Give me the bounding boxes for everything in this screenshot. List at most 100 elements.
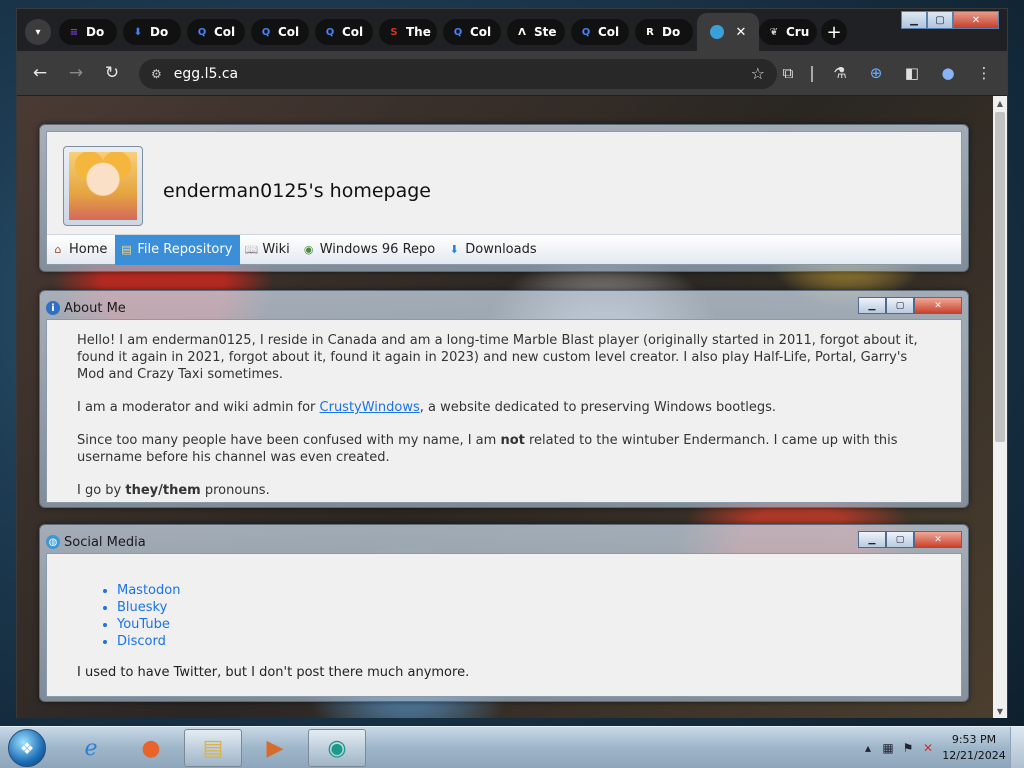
a-logo-icon: Λ xyxy=(518,26,526,38)
feather-icon: ❦ xyxy=(769,26,779,38)
menu-kebab-icon[interactable]: ⋮ xyxy=(973,62,995,84)
media-player-icon[interactable]: ▶ xyxy=(246,729,304,767)
file-explorer-icon[interactable]: ▤ xyxy=(184,729,242,767)
search-icon: Q xyxy=(453,26,463,38)
nav-label: Wiki xyxy=(262,242,290,257)
tab-0[interactable]: ≡ Do xyxy=(59,19,117,45)
show-desktop-button[interactable] xyxy=(1010,727,1024,768)
side-panel-icon[interactable]: ◧ xyxy=(901,62,923,84)
page-title: enderman0125's homepage xyxy=(163,180,431,202)
text: I go by xyxy=(77,483,126,498)
nav-file-repository[interactable]: ▤ File Repository xyxy=(115,234,241,265)
tab-close-icon[interactable]: ✕ xyxy=(736,25,747,40)
firefox-icon[interactable]: ● xyxy=(122,729,180,767)
network-icon[interactable]: ▦ xyxy=(878,738,898,758)
minimize-button[interactable]: ▁ xyxy=(901,11,927,29)
about-body: Hello! I am enderman0125, I reside in Ca… xyxy=(46,319,962,503)
tray-expand-icon[interactable]: ▴ xyxy=(858,738,878,758)
scroll-up-icon[interactable]: ▲ xyxy=(993,96,1007,110)
text: I am a moderator and wiki admin for xyxy=(77,400,320,415)
tab-5[interactable]: S The xyxy=(379,19,437,45)
tab-label: Do xyxy=(86,25,105,39)
panel-controls: ▁ ▢ ✕ xyxy=(858,297,962,314)
back-button[interactable]: ← xyxy=(29,62,51,84)
volume-muted-icon[interactable]: ✕ xyxy=(918,738,938,758)
nav-label: Windows 96 Repo xyxy=(319,242,436,257)
search-icon: Q xyxy=(197,26,207,38)
panel-close-button[interactable]: ✕ xyxy=(914,297,962,314)
tab-label: Col xyxy=(342,25,364,39)
s-logo-icon: S xyxy=(390,26,398,38)
start-button[interactable]: ❖ xyxy=(8,729,46,767)
internet-explorer-icon[interactable]: ℯ xyxy=(62,729,120,767)
tab-4[interactable]: Q Col xyxy=(315,19,373,45)
flag-icon[interactable]: ⚑ xyxy=(898,738,918,758)
tab-2[interactable]: Q Col xyxy=(187,19,245,45)
tab-crusty[interactable]: ❦ Cru xyxy=(759,19,817,45)
twitter-note: I used to have Twitter, but I don't post… xyxy=(77,665,470,680)
social-link-discord[interactable]: Discord xyxy=(117,633,931,650)
clock-time: 9:53 PM xyxy=(951,733,997,746)
new-tab-button[interactable]: + xyxy=(821,19,847,45)
nav-home[interactable]: ⌂ Home xyxy=(47,235,115,265)
tab-label: The xyxy=(406,25,431,39)
download-arrow-icon: ⬇ xyxy=(449,243,459,256)
about-paragraph-4: I go by they/them pronouns. xyxy=(77,482,931,499)
avatar-image xyxy=(69,152,137,220)
social-panel: ◍ Social Media ▁ ▢ ✕ Mastodon Bluesky Yo… xyxy=(39,524,969,702)
forward-button[interactable]: → xyxy=(65,62,87,84)
maximize-button[interactable]: ▢ xyxy=(927,11,953,29)
close-button[interactable]: ✕ xyxy=(953,11,999,29)
tab-search-button[interactable]: ▾ xyxy=(25,19,51,45)
nav-wiki[interactable]: 📖 Wiki xyxy=(240,235,297,265)
about-paragraph-3: Since too many people have been confused… xyxy=(77,432,931,466)
browser-window: ▾ ≡ Do ⬇ Do Q Col Q Col Q Col S The Q Col Λ Ste Q Col R Do … xyxy=(16,8,1008,718)
crustywindows-link[interactable]: CrustyWindows xyxy=(320,400,420,415)
social-link-mastodon[interactable]: Mastodon xyxy=(117,582,931,599)
panel-maximize-button[interactable]: ▢ xyxy=(886,531,914,548)
page-scrollbar[interactable]: ▲ ▼ xyxy=(993,96,1007,718)
bookmark-star-icon[interactable]: ☆ xyxy=(751,64,765,83)
chrome-browser-icon[interactable]: ◉ xyxy=(308,729,366,767)
panel-controls: ▁ ▢ ✕ xyxy=(858,531,962,548)
tab-label: Cru xyxy=(786,25,810,39)
tab-1[interactable]: ⬇ Do xyxy=(123,19,181,45)
r-logo-icon: R xyxy=(646,26,654,38)
address-bar[interactable]: ⚙ egg.l5.ca ☆ xyxy=(139,59,777,89)
disc-icon: ◉ xyxy=(303,243,314,256)
panel-maximize-button[interactable]: ▢ xyxy=(886,297,914,314)
info-icon: i xyxy=(46,301,60,315)
social-link-youtube[interactable]: YouTube xyxy=(117,616,931,633)
download-status-icon[interactable]: ⊕ xyxy=(865,62,887,84)
bold-text: not xyxy=(500,433,525,448)
labs-flask-icon[interactable]: ⚗ xyxy=(829,62,851,84)
panel-minimize-button[interactable]: ▁ xyxy=(858,531,886,548)
tab-label: Col xyxy=(278,25,300,39)
tab-label: Do xyxy=(150,25,169,39)
tab-9[interactable]: R Do xyxy=(635,19,693,45)
nav-downloads[interactable]: ⬇ Downloads xyxy=(443,235,544,265)
system-tray: ▴ ▦ ⚑ ✕ 9:53 PM 12/21/2024 xyxy=(858,727,1024,768)
url-text: egg.l5.ca xyxy=(173,66,239,82)
clock-date: 12/21/2024 xyxy=(942,749,1006,762)
clock[interactable]: 9:53 PM 12/21/2024 xyxy=(938,732,1010,764)
tab-6[interactable]: Q Col xyxy=(443,19,501,45)
site-info-icon[interactable]: ⚙ xyxy=(151,67,162,81)
panel-minimize-button[interactable]: ▁ xyxy=(858,297,886,314)
nav-label: File Repository xyxy=(137,242,233,257)
scroll-thumb[interactable] xyxy=(995,112,1005,442)
social-body: Mastodon Bluesky YouTube Discord I used … xyxy=(46,553,962,697)
tab-active[interactable]: ✕ xyxy=(697,13,759,51)
profile-avatar-icon[interactable]: ● xyxy=(937,62,959,84)
browser-toolbar: ← → ↻ ⚙ egg.l5.ca ☆ ⧉ ⚗ ⊕ ◧ ● ⋮ xyxy=(17,51,1007,95)
tab-3[interactable]: Q Col xyxy=(251,19,309,45)
nav-windows-96-repo[interactable]: ◉ Windows 96 Repo xyxy=(298,235,444,265)
social-link-bluesky[interactable]: Bluesky xyxy=(117,599,931,616)
reload-button[interactable]: ↻ xyxy=(101,62,123,84)
extensions-icon[interactable]: ⧉ xyxy=(777,62,799,84)
tab-7[interactable]: Λ Ste xyxy=(507,19,565,45)
search-icon: Q xyxy=(261,26,271,38)
scroll-down-icon[interactable]: ▼ xyxy=(993,704,1007,718)
tab-8[interactable]: Q Col xyxy=(571,19,629,45)
panel-close-button[interactable]: ✕ xyxy=(914,531,962,548)
